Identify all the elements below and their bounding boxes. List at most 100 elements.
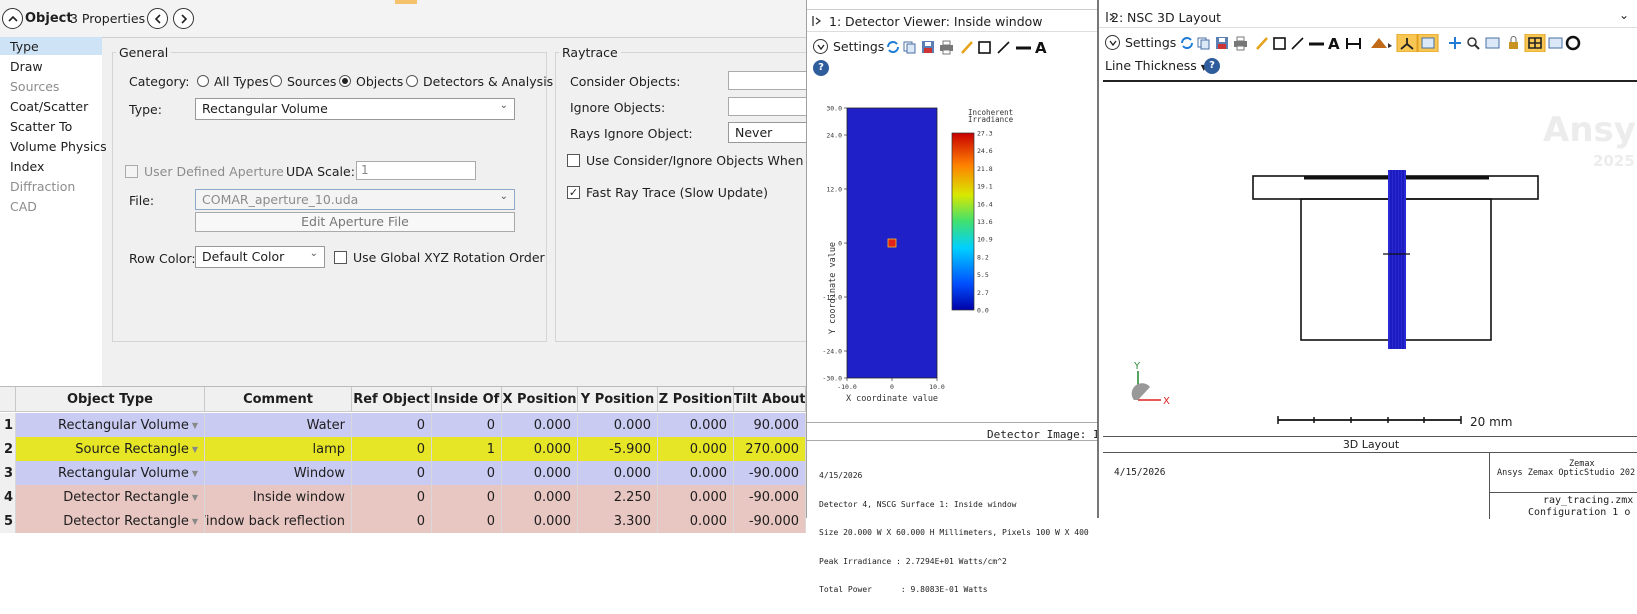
radio-detectors[interactable]	[406, 75, 418, 87]
cell-comment[interactable]: lamp	[205, 437, 352, 461]
col-header-object-type[interactable]: Object Type	[16, 387, 205, 412]
settings-toggle-button[interactable]	[813, 39, 828, 54]
nav-item-sources[interactable]: Sources	[10, 79, 59, 94]
col-header-y-position[interactable]: Y Position	[578, 387, 658, 412]
text-tool-icon[interactable]: A	[1035, 39, 1047, 55]
cell-x-position[interactable]: 0.000	[502, 485, 578, 509]
dimension-tool-icon[interactable]	[1346, 38, 1361, 49]
help-icon[interactable]: ?	[1204, 58, 1220, 74]
rays-ignore-dropdown[interactable]: Never	[728, 122, 806, 143]
col-header-comment[interactable]: Comment	[205, 387, 352, 412]
cell-ref-object[interactable]: 0	[352, 413, 432, 437]
text-tool-icon[interactable]: A	[1328, 35, 1340, 52]
pan-icon[interactable]	[1449, 37, 1461, 49]
print-icon[interactable]	[940, 40, 953, 55]
edit-aperture-button[interactable]: Edit Aperture File	[195, 212, 515, 232]
cell-tilt-about[interactable]: -90.000	[734, 509, 806, 533]
table-row[interactable]: 3 Rectangular Volume ▼ Window 0 0 0.000 0.000 0.…	[0, 461, 806, 485]
uda-scale-input[interactable]: 1	[356, 161, 476, 180]
radio-all-types-label[interactable]: All Types	[214, 74, 269, 89]
cell-inside-of[interactable]: 1	[432, 437, 502, 461]
rectangle-tool-icon[interactable]	[978, 41, 991, 54]
cell-z-position[interactable]: 0.000	[658, 437, 734, 461]
cell-inside-of[interactable]: 0	[432, 509, 502, 533]
nav-item-draw[interactable]: Draw	[10, 59, 43, 74]
cell-comment[interactable]: Inside window	[205, 485, 352, 509]
row-number[interactable]: 4	[0, 485, 16, 509]
radio-detectors-label[interactable]: Detectors & Analysis	[423, 74, 553, 89]
rectangle-tool-icon[interactable]	[1273, 37, 1286, 50]
collapse-button[interactable]	[2, 8, 23, 29]
refresh-icon[interactable]	[887, 41, 899, 53]
cell-tilt-about[interactable]: -90.000	[734, 485, 806, 509]
row-number[interactable]: 2	[0, 437, 16, 461]
cell-object-type[interactable]: Rectangular Volume ▼	[16, 461, 205, 485]
cell-ref-object[interactable]: 0	[352, 437, 432, 461]
row-number[interactable]: 3	[0, 461, 16, 485]
cell-ref-object[interactable]: 0	[352, 461, 432, 485]
cell-comment[interactable]: Window back reflection	[205, 509, 352, 533]
radio-sources[interactable]	[270, 75, 282, 87]
cell-comment[interactable]: Window	[205, 461, 352, 485]
camera-icon[interactable]	[1485, 37, 1500, 49]
radio-all-types[interactable]	[197, 75, 209, 87]
fast-ray-checkbox[interactable]: ✓	[567, 186, 580, 199]
cell-object-type[interactable]: Detector Rectangle ▼	[16, 509, 205, 533]
window-layout-icon[interactable]	[1548, 37, 1563, 49]
global-xyz-checkbox[interactable]	[334, 251, 347, 264]
layout-canvas[interactable]: Ansys 2025 Y X 20 mm	[1103, 80, 1637, 436]
cell-y-position[interactable]: 0.000	[578, 413, 658, 437]
print-icon[interactable]	[1234, 36, 1247, 51]
cell-x-position[interactable]: 0.000	[502, 413, 578, 437]
use-consider-checkbox[interactable]	[567, 154, 580, 167]
save-icon[interactable]	[1216, 37, 1228, 49]
rotate-view-icon[interactable]	[1371, 38, 1392, 48]
cell-x-position[interactable]: 0.000	[502, 509, 578, 533]
cell-z-position[interactable]: 0.000	[658, 485, 734, 509]
save-icon[interactable]	[922, 41, 934, 53]
table-row[interactable]: 2 Source Rectangle ▼ lamp 0 1 0.000 -5.900 0.000…	[0, 437, 806, 461]
pencil-icon[interactable]	[961, 41, 973, 54]
col-header-inside-of[interactable]: Inside Of	[432, 387, 502, 412]
nav-item-cad[interactable]: CAD	[10, 199, 37, 214]
next-object-button[interactable]	[173, 8, 194, 29]
row-number[interactable]: 1	[0, 413, 16, 437]
cell-y-position[interactable]: 2.250	[578, 485, 658, 509]
cell-y-position[interactable]: 3.300	[578, 509, 658, 533]
radio-objects[interactable]	[339, 75, 351, 87]
cell-inside-of[interactable]: 0	[432, 461, 502, 485]
col-header-x-position[interactable]: X Position	[502, 387, 578, 412]
pencil-icon[interactable]	[1256, 37, 1268, 50]
cell-comment[interactable]: Water	[205, 413, 352, 437]
cell-x-position[interactable]: 0.000	[502, 437, 578, 461]
cell-object-type[interactable]: Detector Rectangle ▼	[16, 485, 205, 509]
cell-x-position[interactable]: 0.000	[502, 461, 578, 485]
type-dropdown[interactable]: Rectangular Volume ⌄	[195, 98, 515, 120]
window-menu-chevron-icon[interactable]: ⌄	[1619, 8, 1629, 22]
cell-tilt-about[interactable]: 90.000	[734, 413, 806, 437]
nav-item-type[interactable]: Type	[10, 39, 39, 54]
col-header-z-position[interactable]: Z Position	[658, 387, 734, 412]
cell-ref-object[interactable]: 0	[352, 509, 432, 533]
cell-z-position[interactable]: 0.000	[658, 461, 734, 485]
row-number[interactable]: 5	[0, 509, 16, 533]
cell-ref-object[interactable]: 0	[352, 485, 432, 509]
file-dropdown[interactable]: COMAR_aperture_10.uda ⌄	[195, 189, 515, 210]
dropdown-arrow-icon[interactable]: ▼	[192, 493, 198, 502]
settings-label[interactable]: Settings	[833, 39, 884, 54]
cell-inside-of[interactable]: 0	[432, 413, 502, 437]
uda-checkbox[interactable]	[125, 165, 138, 178]
cell-z-position[interactable]: 0.000	[658, 509, 734, 533]
help-icon[interactable]: ?	[813, 60, 829, 76]
nav-item-scatter-to[interactable]: Scatter To	[10, 119, 72, 134]
table-row[interactable]: 5 Detector Rectangle ▼ Window back reflecti…	[0, 509, 806, 533]
copy-icon[interactable]	[903, 41, 916, 54]
col-header-tilt-about[interactable]: Tilt About	[734, 387, 806, 412]
radio-sources-label[interactable]: Sources	[287, 74, 336, 89]
cell-tilt-about[interactable]: -90.000	[734, 461, 806, 485]
zoom-icon[interactable]	[1467, 37, 1480, 50]
settings-label[interactable]: Settings	[1125, 35, 1176, 50]
ignore-objects-input[interactable]	[728, 97, 806, 116]
cell-z-position[interactable]: 0.000	[658, 413, 734, 437]
copy-icon[interactable]	[1197, 37, 1210, 50]
